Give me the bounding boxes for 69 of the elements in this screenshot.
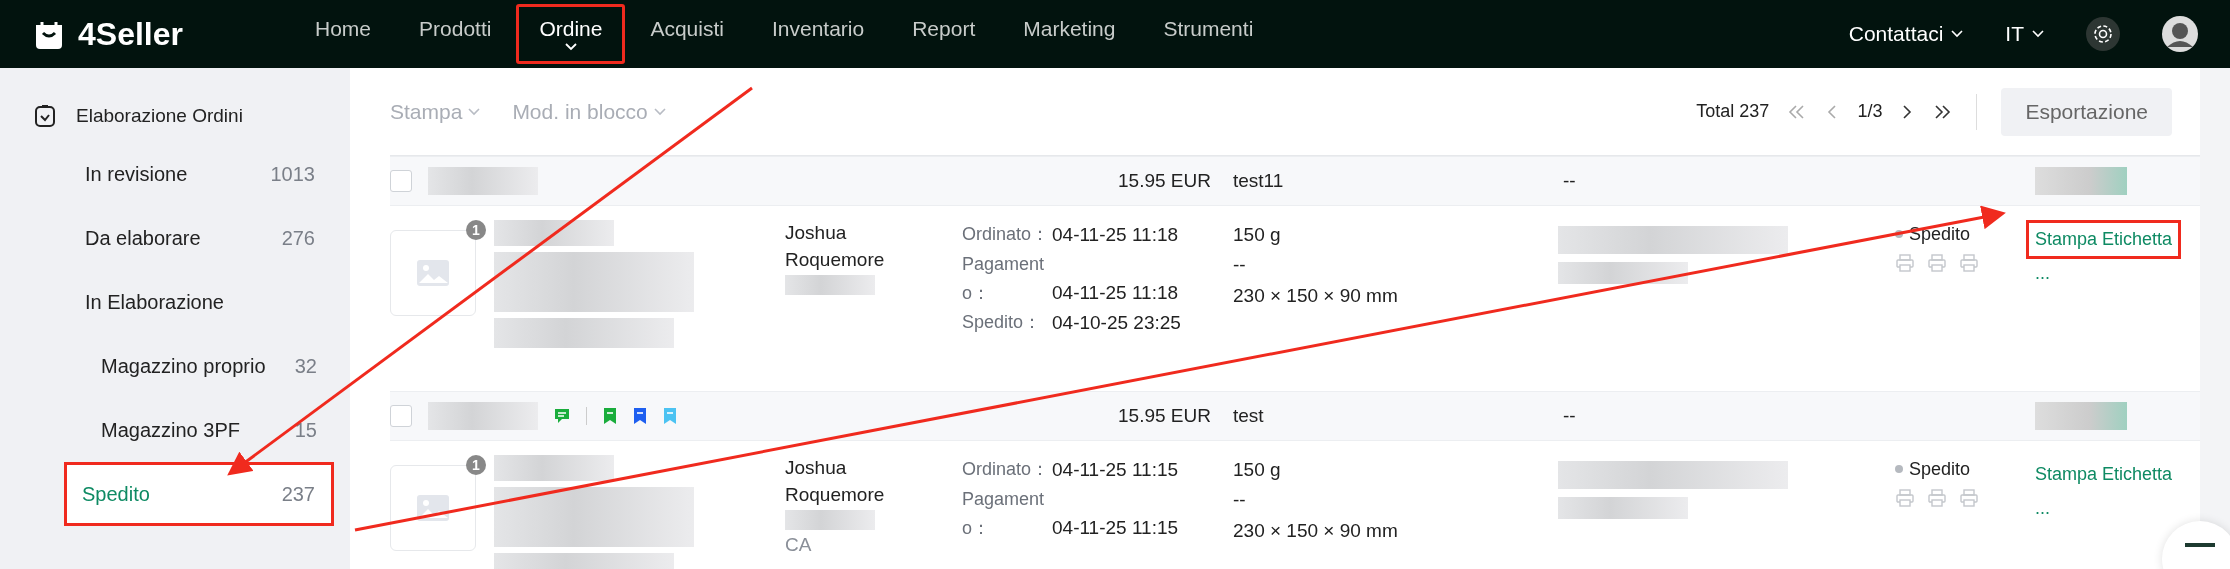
more-link[interactable]: ... [2026,258,2059,287]
package-dimensions: 230 × 150 × 90 mm [1233,283,1398,308]
sidebar-item[interactable]: Magazzino proprio 32 [34,334,334,398]
date-label: Pagamento： [962,253,1046,306]
nav-tab[interactable]: Report [889,4,999,64]
menu-icon [2185,543,2215,549]
printer-icon[interactable] [1927,252,1947,273]
row-checkbox[interactable] [390,170,412,192]
settings-icon[interactable] [2086,17,2120,51]
date-value: 04-11-25 11:15 [1052,458,1180,482]
printer-icon[interactable] [1959,252,1979,273]
sidebar-item[interactable]: Magazzino 3PF 15 [34,398,334,462]
date-value: 04-10-25 23:25 [1052,311,1182,335]
avatar-icon[interactable] [2162,16,2198,52]
nav-tab[interactable]: Ordine [516,4,626,64]
date-label: Pagamento： [962,488,1046,541]
date-value: 04-11-25 11:18 [1052,280,1180,305]
logo-text: 4Seller [78,15,183,53]
total-count: Total 237 [1696,101,1770,122]
date-label: Ordinato： [962,223,1051,246]
date-label: Ordinato： [962,458,1051,481]
printer-icon[interactable] [1895,487,1915,508]
customer-name: Joshua Roquemore [785,221,886,272]
nav-tab[interactable]: Home [292,4,395,64]
nav-tab[interactable]: Acquisti [627,4,747,64]
customer-name: Joshua Roquemore [785,456,886,507]
more-link[interactable]: ... [2026,493,2059,522]
sidebar-item[interactable]: Spedito 237 [64,462,334,526]
caret-icon [1951,30,1964,38]
table-cell-text: -- [1233,488,1246,513]
last-page-icon[interactable] [1932,102,1953,121]
contact-menu[interactable]: Contattaci [1848,22,1964,46]
date-value: 04-11-25 11:18 [1052,223,1180,247]
date-label: Spedito： [962,311,1043,334]
caret-icon [2032,30,2044,38]
page-indicator: 1/3 [1857,101,1883,122]
caret-icon [564,43,577,51]
row-checkbox[interactable] [390,405,412,427]
table-cell: -- [1563,170,1576,191]
clipboard-icon [34,104,56,128]
sidebar-section-title: Elaborazione Ordini [76,105,243,127]
package-weight: 150 g [1233,458,1281,482]
sidebar-item[interactable]: Da elaborare 276 [34,206,334,270]
package-weight: 150 g [1233,223,1281,247]
order-note: test11 [1233,170,1284,191]
printer-icon[interactable] [1927,487,1947,508]
printer-icon[interactable] [1959,487,1979,508]
nav-tab[interactable]: Prodotti [396,4,515,64]
nav-tab[interactable]: Strumenti [1140,4,1277,64]
printer-icon[interactable] [1895,252,1915,273]
export-button[interactable]: Esportazione [2001,87,2172,136]
table-cell: -- [1563,405,1576,426]
caret-icon [468,107,481,116]
package-dimensions: 230 × 150 × 90 mm [1233,518,1398,543]
caret-icon [653,107,666,116]
sidebar-item[interactable]: In revisione 1013 [34,142,334,206]
customer-region: CA [785,533,813,558]
order-amount: 15.95 EUR [1118,405,1211,427]
sidebar-item[interactable]: In Elaborazione [34,270,334,334]
nav-tab[interactable]: Marketing [1000,4,1139,64]
order-note: test [1233,405,1264,426]
print-label-link[interactable]: Stampa Etichetta [2026,220,2182,259]
nav-tab[interactable]: Inventario [748,4,888,64]
order-amount: 15.95 EUR [1118,170,1211,192]
quantity-badge: 1 [466,455,486,475]
date-value: 04-11-25 11:15 [1052,515,1180,540]
language-menu[interactable]: IT [2005,22,2044,46]
quantity-badge: 1 [466,220,486,240]
table-cell-text: -- [1233,253,1246,278]
